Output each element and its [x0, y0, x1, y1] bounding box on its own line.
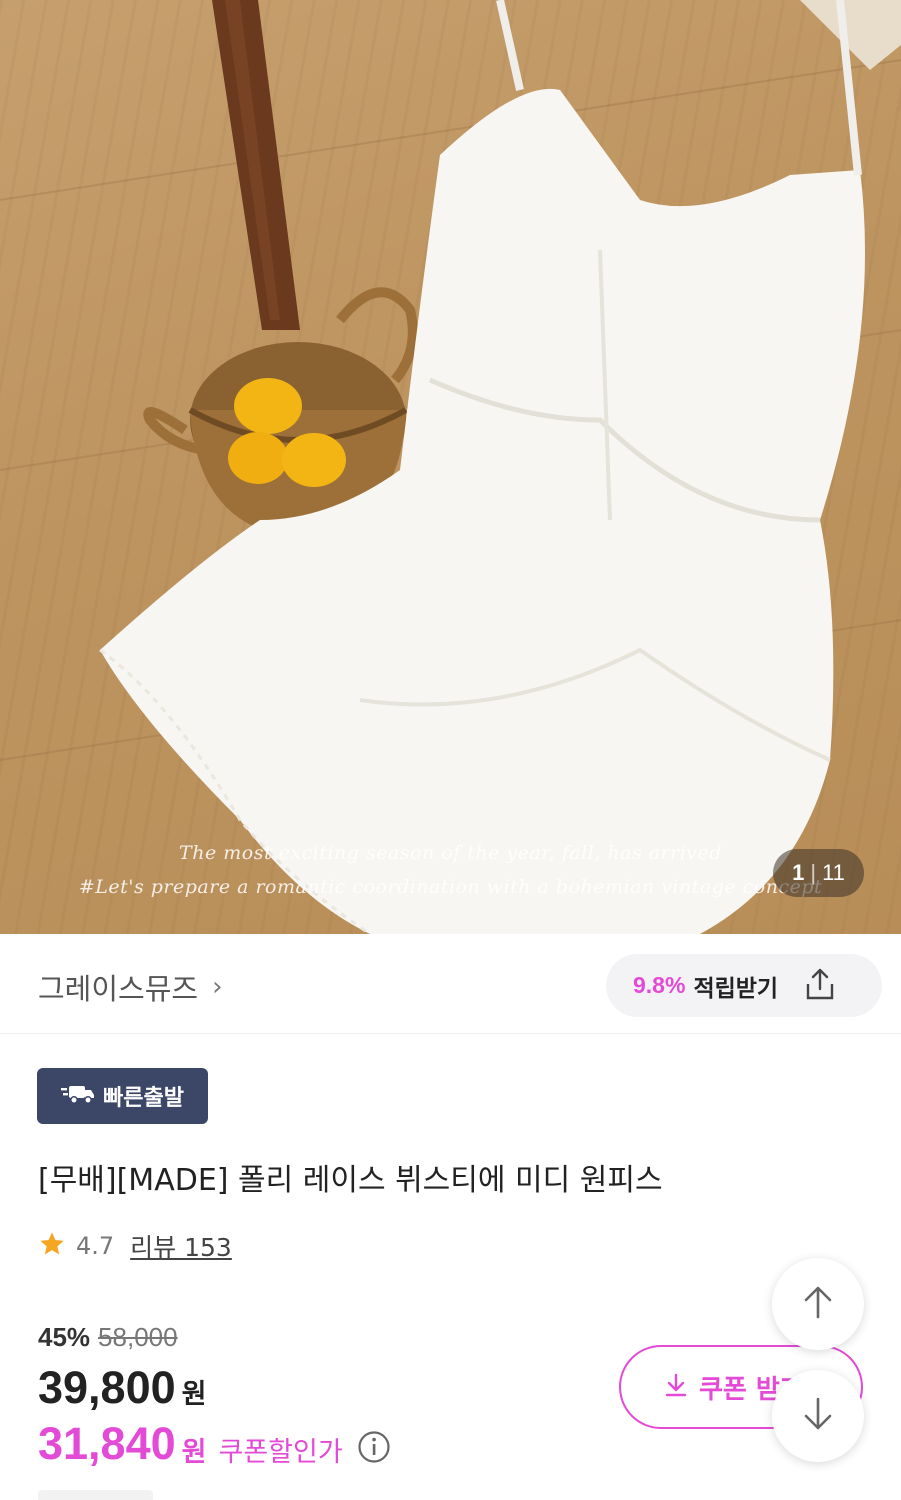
- reward-label: 적립받기: [693, 975, 779, 1002]
- sale-currency: 원: [181, 1379, 207, 1410]
- fast-shipping-badge: 빠른출발: [37, 1068, 208, 1124]
- product-photo-illustration: [0, 0, 901, 934]
- coupon-price-row: 31,840 원 쿠폰할인가: [38, 1418, 391, 1470]
- chevron-right-icon: ›: [212, 972, 223, 1002]
- coupon-currency: 원: [181, 1436, 207, 1468]
- original-price: 58,000: [98, 1322, 178, 1352]
- image-counter: 1 | 11: [773, 849, 864, 897]
- reward-percent: 9.8%: [633, 972, 686, 998]
- star-icon: [38, 1230, 66, 1262]
- download-icon: [663, 1372, 689, 1402]
- review-link[interactable]: 리뷰 153: [130, 1228, 232, 1264]
- scroll-up-button[interactable]: [772, 1258, 864, 1350]
- sale-price: 39,800: [38, 1362, 176, 1413]
- image-caption-line1: The most exciting season of the year, fa…: [179, 842, 722, 864]
- image-counter-total: 11: [822, 860, 845, 885]
- rating-value: 4.7: [76, 1232, 115, 1260]
- info-icon[interactable]: [357, 1430, 391, 1468]
- arrow-up-icon: [801, 1283, 835, 1325]
- image-caption-line2: #Let's prepare a romantic coordination w…: [78, 876, 823, 898]
- product-image[interactable]: The most exciting season of the year, fa…: [0, 0, 901, 934]
- truck-icon: [61, 1083, 95, 1109]
- rating-row: 4.7 리뷰 153: [38, 1228, 232, 1264]
- coupon-price-label: 쿠폰할인가: [218, 1436, 343, 1468]
- coupon-price: 31,840: [38, 1418, 176, 1469]
- next-section-tab: [38, 1490, 153, 1500]
- reward-button[interactable]: 9.8% 적립받기: [606, 954, 882, 1017]
- brand-name: 그레이스뮤즈: [38, 972, 199, 1006]
- scroll-down-button[interactable]: [772, 1370, 864, 1462]
- sale-price-row: 39,800 원: [38, 1362, 206, 1414]
- product-title: [무배][MADE] 폴리 레이스 뷔스티에 미디 원피스: [38, 1163, 663, 1198]
- discount-percent: 45%: [38, 1322, 91, 1352]
- brand-link[interactable]: 그레이스뮤즈 ›: [38, 966, 223, 1008]
- arrow-down-icon: [801, 1395, 835, 1437]
- image-counter-current: 1: [792, 860, 805, 885]
- discount-row: 45% 58,000: [38, 1322, 178, 1353]
- fast-badge-label: 빠른출발: [103, 1086, 184, 1111]
- image-counter-separator: |: [810, 860, 817, 885]
- share-icon[interactable]: [800, 964, 840, 1008]
